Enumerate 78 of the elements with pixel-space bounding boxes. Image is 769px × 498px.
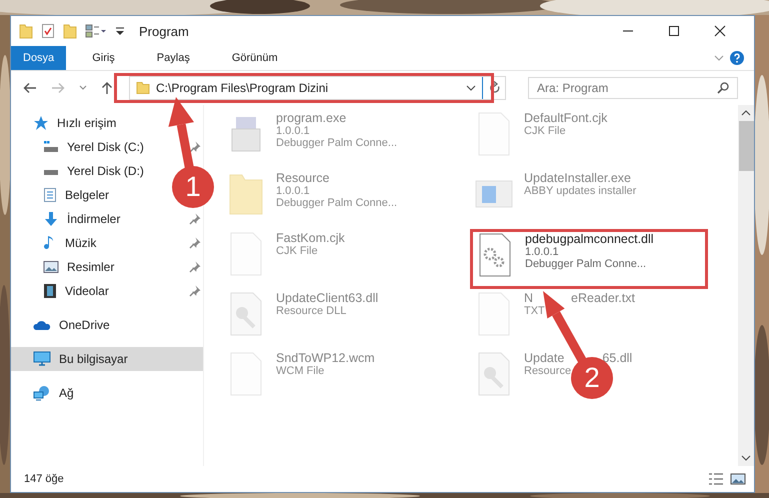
- file-detail: 1.0.0.1: [276, 185, 311, 197]
- item-count: 147 öğe: [24, 473, 64, 485]
- file-detail: 1.0.0.1: [525, 246, 560, 258]
- dropdown-icon[interactable]: [466, 84, 476, 92]
- file-name: UpdateInstaller.exe: [524, 171, 632, 185]
- sidebar-item[interactable]: Videolar: [43, 279, 109, 303]
- pin-icon[interactable]: [189, 141, 201, 153]
- close-icon[interactable]: [714, 25, 726, 37]
- expand-ribbon-icon[interactable]: [714, 54, 724, 62]
- file-detail: Resource: [524, 365, 572, 377]
- view-icon[interactable]: [85, 24, 107, 38]
- thumbnail-view-icon[interactable]: [730, 472, 746, 486]
- file-item[interactable]: pdebugpalmconnect.dll 1.0.0.1 Debugger Palm Conne...: [470, 229, 708, 289]
- sidebar-item[interactable]: OneDrive: [33, 313, 110, 337]
- file-detail: Debugger Palm Conne...: [525, 258, 648, 270]
- details-view-icon[interactable]: [708, 472, 724, 486]
- sidebar-item[interactable]: Belgeler: [43, 183, 110, 207]
- properties-icon[interactable]: [41, 23, 55, 39]
- drive-icon: [43, 140, 59, 154]
- scroll-thumb[interactable]: [738, 121, 754, 171]
- search-field[interactable]: Ara: Program: [528, 77, 738, 99]
- sidebar-item[interactable]: Bu bilgisayar: [11, 347, 203, 371]
- document-icon: [43, 187, 57, 203]
- search-icon: [717, 82, 729, 94]
- pin-icon[interactable]: [189, 261, 201, 273]
- ribbon-tab[interactable]: Görünüm: [220, 46, 290, 70]
- up-icon[interactable]: [101, 81, 113, 95]
- recent-icon[interactable]: [79, 85, 87, 91]
- ribbon-tab[interactable]: Dosya: [11, 46, 66, 70]
- refresh-icon[interactable]: [489, 81, 501, 95]
- file-detail: 1.0.0.1: [276, 125, 311, 137]
- file-name: N: [524, 291, 534, 305]
- sidebar-item[interactable]: Ağ: [33, 381, 74, 405]
- scrollbar[interactable]: [738, 105, 754, 466]
- file-name: pdebugpalmconnect.dll: [525, 232, 654, 246]
- file-name: program.exe: [276, 111, 346, 125]
- file-name: DefaultFont.cjk: [524, 111, 608, 125]
- file-name: SndToWP12.wcm: [276, 351, 375, 365]
- monitor-icon: [33, 351, 51, 367]
- star-icon: [33, 115, 49, 131]
- cloud-icon: [33, 319, 51, 331]
- window-title: Program: [139, 24, 189, 38]
- file-detail: ABBY updates installer: [524, 185, 636, 197]
- pin-icon[interactable]: [189, 213, 201, 225]
- picture-icon: [43, 260, 59, 274]
- maximize-icon[interactable]: [668, 25, 680, 37]
- sidebar-item[interactable]: Müzik: [43, 231, 96, 255]
- pin-icon[interactable]: [189, 285, 201, 297]
- help-icon[interactable]: [730, 51, 744, 65]
- network-icon: [33, 385, 51, 401]
- pin-icon[interactable]: [189, 237, 201, 249]
- sidebar-item[interactable]: Resimler: [43, 255, 114, 279]
- file-detail: CJK File: [524, 125, 567, 137]
- customize-icon[interactable]: [115, 25, 125, 37]
- file-name: UpdateClient63.dll: [276, 291, 378, 305]
- sidebar-item[interactable]: Yerel Disk (D:): [43, 159, 144, 183]
- file-detail: CJK File: [276, 245, 319, 257]
- folder-icon: [136, 81, 150, 95]
- file-detail: Debugger Palm Conne...: [276, 137, 398, 149]
- sidebar-item[interactable]: Hızlı erişim: [33, 111, 116, 135]
- file-detail: WCM File: [276, 365, 326, 377]
- file-detail: Resource DLL: [276, 305, 348, 317]
- sidebar-item[interactable]: İndirmeler: [43, 207, 120, 231]
- file-name: FastKom.cjk: [276, 231, 345, 245]
- file-detail: TXT: [524, 305, 546, 317]
- scroll-down-icon[interactable]: [741, 454, 751, 462]
- ribbon-tab[interactable]: Giriş: [80, 46, 127, 70]
- film-icon: [43, 283, 57, 299]
- scroll-up-icon[interactable]: [741, 109, 751, 117]
- file-detail: Debugger Palm Conne...: [276, 197, 398, 209]
- file-name: eReader.txt: [571, 291, 635, 305]
- file-name: Update: [524, 351, 564, 365]
- back-icon[interactable]: [23, 82, 37, 94]
- sidebar-item[interactable]: Yerel Disk (C:): [43, 135, 144, 159]
- ribbon-tab[interactable]: Paylaş: [144, 46, 202, 70]
- file-name: Resource: [276, 171, 330, 185]
- download-icon: [43, 211, 59, 227]
- file-name: 65.dll: [602, 351, 632, 365]
